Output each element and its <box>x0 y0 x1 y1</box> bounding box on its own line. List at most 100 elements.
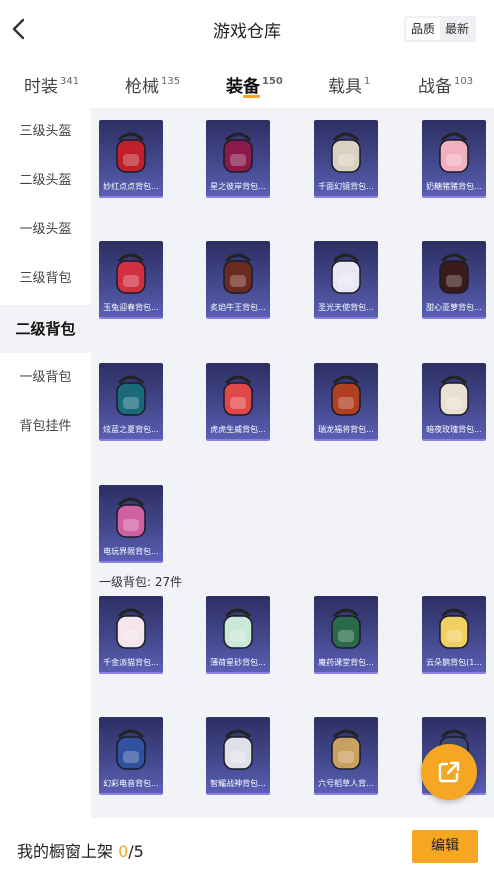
item-card[interactable]: 妙红点点背包... <box>99 120 163 198</box>
item-card[interactable]: 星之彼岸背包... <box>206 120 270 198</box>
backpack-icon <box>439 253 469 294</box>
tab-count: 341 <box>60 76 80 87</box>
item-card[interactable]: 圣光天使背包... <box>314 241 378 319</box>
category-tabs: 时装 341 枪械 135 装备 150 载具 1 战备 103 <box>0 60 494 106</box>
item-thumbnail: 薄荷星砂背包... <box>206 596 270 674</box>
item-thumbnail: 妙红点点背包... <box>99 120 163 198</box>
tab-fashion[interactable]: 时装 341 <box>24 72 79 97</box>
item-card[interactable]: 奶糖猪猪背包... <box>422 120 486 198</box>
item-thumbnail: 电玩界限背包... <box>99 485 163 563</box>
sidebar-item-backpack-1[interactable]: 一级背包 <box>0 354 91 402</box>
tab-equipment[interactable]: 装备 150 <box>226 72 283 97</box>
item-name: 千面幻镜背包... <box>318 182 374 191</box>
item-name: 幻彩电音背包... <box>103 779 159 788</box>
sidebar-item-backpack-3[interactable]: 三级背包 <box>0 255 91 303</box>
showcase-status: 我的橱窗上架 0/5 <box>17 842 144 861</box>
item-thumbnail: 炫蓝之夏背包... <box>99 363 163 441</box>
bottom-bar: 我的橱窗上架 0/5 编辑 <box>0 818 494 875</box>
tab-supplies[interactable]: 战备 103 <box>418 72 473 97</box>
item-card[interactable]: 薄荷星砂背包... <box>206 596 270 674</box>
backpack-icon <box>331 375 361 416</box>
item-card[interactable]: 炫蓝之夏背包... <box>99 363 163 441</box>
item-name: 虎虎生威背包... <box>210 425 266 434</box>
tab-guns[interactable]: 枪械 135 <box>125 72 180 97</box>
item-name: 六号稻草人背... <box>318 779 374 788</box>
backpack-icon <box>116 729 146 770</box>
section-label: 一级背包: 27件 <box>99 575 183 589</box>
item-name: 魔药课堂背包... <box>318 658 374 667</box>
item-card[interactable]: 暗夜玫瑰背包... <box>422 363 486 441</box>
item-card[interactable]: 电玩界限背包... <box>99 485 163 563</box>
backpack-icon <box>116 375 146 416</box>
item-name: 云朵鹅背包(1... <box>426 658 482 667</box>
item-thumbnail: 甜心亚萝背包... <box>422 241 486 319</box>
item-name: 瑞龙福将背包... <box>318 425 374 434</box>
share-button[interactable] <box>421 744 477 800</box>
sidebar-item-helmet-1[interactable]: 一级头盔 <box>0 206 91 254</box>
backpack-icon <box>223 608 253 649</box>
backpack-icon <box>223 132 253 173</box>
item-card[interactable]: 幻彩电音背包... <box>99 717 163 795</box>
item-thumbnail: 魔药课堂背包... <box>314 596 378 674</box>
item-thumbnail: 圣光天使背包... <box>314 241 378 319</box>
item-card[interactable]: 云朵鹅背包(1... <box>422 596 486 674</box>
item-grid: 一级背包: 27件 妙红点点背包... 星之彼岸背包... 千面幻镜背包... 奶糖猪… <box>91 108 494 818</box>
backpack-icon <box>223 375 253 416</box>
tab-count: 1 <box>364 76 371 87</box>
item-card[interactable]: 千面幻镜背包... <box>314 120 378 198</box>
item-thumbnail: 云朵鹅背包(1... <box>422 596 486 674</box>
sidebar-item-backpack-pendant[interactable]: 背包挂件 <box>0 403 91 451</box>
item-card[interactable]: 千金派猫背包... <box>99 596 163 674</box>
item-thumbnail: 瑞龙福将背包... <box>314 363 378 441</box>
backpack-icon <box>116 132 146 173</box>
item-name: 电玩界限背包... <box>103 547 159 556</box>
item-card[interactable]: 甜心亚萝背包... <box>422 241 486 319</box>
sort-latest[interactable]: 最新 <box>440 18 474 40</box>
item-name: 炫蓝之夏背包... <box>103 425 159 434</box>
item-name: 暗夜玫瑰背包... <box>426 425 482 434</box>
tab-vehicle[interactable]: 载具 1 <box>328 72 370 97</box>
item-card[interactable]: 智耀战神背包... <box>206 717 270 795</box>
sort-toggle: 品质 最新 <box>404 16 477 42</box>
backpack-icon <box>223 253 253 294</box>
item-thumbnail: 千面幻镜背包... <box>314 120 378 198</box>
item-name: 玉兔迎春背包... <box>103 303 159 312</box>
sidebar-item-backpack-2[interactable]: 二级背包 <box>0 305 91 353</box>
backpack-icon <box>331 253 361 294</box>
sidebar-item-helmet-2[interactable]: 二级头盔 <box>0 157 91 205</box>
backpack-icon <box>331 132 361 173</box>
item-card[interactable]: 炙焰牛王背包... <box>206 241 270 319</box>
item-name: 炙焰牛王背包... <box>210 303 266 312</box>
header: 游戏仓库 品质 最新 <box>0 0 494 58</box>
item-thumbnail: 幻彩电音背包... <box>99 717 163 795</box>
backpack-icon <box>439 608 469 649</box>
sidebar-item-helmet-3[interactable]: 三级头盔 <box>0 108 91 156</box>
item-thumbnail: 智耀战神背包... <box>206 717 270 795</box>
item-thumbnail: 炙焰牛王背包... <box>206 241 270 319</box>
item-card[interactable]: 魔药课堂背包... <box>314 596 378 674</box>
item-name: 智耀战神背包... <box>210 779 266 788</box>
item-card[interactable]: 玉兔迎春背包... <box>99 241 163 319</box>
item-name: 薄荷星砂背包... <box>210 658 266 667</box>
sort-quality[interactable]: 品质 <box>406 18 441 40</box>
backpack-icon <box>439 132 469 173</box>
tab-count: 103 <box>454 76 474 87</box>
edit-button[interactable]: 编辑 <box>412 830 478 863</box>
backpack-icon <box>223 729 253 770</box>
item-card[interactable]: 瑞龙福将背包... <box>314 363 378 441</box>
backpack-icon <box>331 608 361 649</box>
item-name: 奶糖猪猪背包... <box>426 182 482 191</box>
item-thumbnail: 星之彼岸背包... <box>206 120 270 198</box>
item-card[interactable]: 六号稻草人背... <box>314 717 378 795</box>
item-thumbnail: 千金派猫背包... <box>99 596 163 674</box>
backpack-icon <box>116 608 146 649</box>
backpack-icon <box>439 375 469 416</box>
item-name: 甜心亚萝背包... <box>426 303 482 312</box>
item-card[interactable]: 虎虎生威背包... <box>206 363 270 441</box>
item-thumbnail: 暗夜玫瑰背包... <box>422 363 486 441</box>
external-link-icon <box>438 761 460 783</box>
item-thumbnail: 玉兔迎春背包... <box>99 241 163 319</box>
item-name: 圣光天使背包... <box>318 303 374 312</box>
active-tab-indicator <box>243 95 260 98</box>
sidebar: 三级头盔 二级头盔 一级头盔 三级背包 二级背包 一级背包 背包挂件 <box>0 108 91 818</box>
